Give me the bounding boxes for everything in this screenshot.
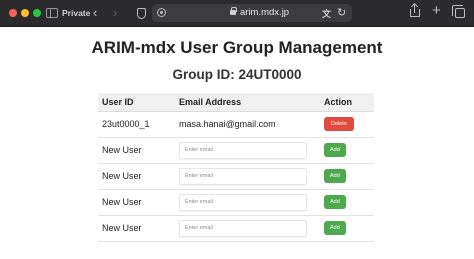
group-id-heading: Group ID: 24UT0000 bbox=[172, 67, 302, 82]
browser-toolbar: Private ‹ › arim.mdx.jp 文 ↻ + bbox=[0, 0, 474, 27]
email-input[interactable] bbox=[179, 193, 307, 211]
add-button[interactable]: Add bbox=[324, 195, 346, 209]
email-input[interactable] bbox=[179, 167, 307, 185]
shield-icon[interactable] bbox=[137, 8, 146, 19]
user-id-cell: 23ut0000_1 bbox=[98, 111, 175, 138]
page-title: ARIM-mdx User Group Management bbox=[91, 38, 383, 57]
table-header-row: User ID Email Address Action bbox=[98, 93, 374, 112]
table-row: New User Add bbox=[98, 137, 374, 164]
add-button[interactable]: Add bbox=[324, 221, 346, 235]
email-input[interactable] bbox=[179, 219, 307, 237]
action-cell: Add bbox=[320, 189, 374, 216]
email-cell bbox=[175, 163, 320, 190]
add-button[interactable]: Add bbox=[324, 143, 346, 157]
private-mode-label: Private bbox=[62, 8, 91, 18]
column-header-action: Action bbox=[320, 93, 374, 112]
user-id-cell: New User bbox=[98, 189, 175, 216]
action-cell: Delete bbox=[320, 111, 374, 138]
page-settings-icon[interactable] bbox=[157, 8, 166, 17]
action-cell: Add bbox=[320, 163, 374, 190]
address-bar[interactable]: arim.mdx.jp 文 ↻ bbox=[152, 4, 352, 22]
action-cell: Add bbox=[320, 215, 374, 242]
minimize-window-button[interactable] bbox=[21, 9, 29, 17]
share-icon[interactable] bbox=[410, 4, 420, 17]
column-header-email: Email Address bbox=[175, 93, 320, 112]
reload-icon[interactable]: ↻ bbox=[337, 6, 346, 19]
back-icon[interactable]: ‹ bbox=[93, 5, 97, 21]
translate-icon[interactable]: 文 bbox=[322, 7, 331, 20]
sidebar-icon[interactable] bbox=[46, 8, 58, 18]
table-row: New User Add bbox=[98, 215, 374, 242]
email-cell bbox=[175, 189, 320, 216]
table-row: 23ut0000_1 masa.hanai@gmail.com Delete bbox=[98, 111, 374, 138]
email-cell bbox=[175, 137, 320, 164]
url-text[interactable]: arim.mdx.jp bbox=[240, 7, 289, 18]
lock-icon bbox=[230, 7, 237, 15]
delete-button[interactable]: Delete bbox=[324, 117, 354, 131]
new-tab-icon[interactable]: + bbox=[432, 2, 441, 20]
email-input[interactable] bbox=[179, 141, 307, 159]
column-header-user-id: User ID bbox=[98, 93, 175, 112]
user-id-cell: New User bbox=[98, 215, 175, 242]
add-button[interactable]: Add bbox=[324, 169, 346, 183]
tab-overview-icon[interactable] bbox=[452, 5, 465, 18]
forward-icon[interactable]: › bbox=[113, 5, 117, 21]
email-cell: masa.hanai@gmail.com bbox=[175, 111, 320, 138]
user-id-cell: New User bbox=[98, 137, 175, 164]
table-row: New User Add bbox=[98, 189, 374, 216]
user-id-cell: New User bbox=[98, 163, 175, 190]
action-cell: Add bbox=[320, 137, 374, 164]
email-cell bbox=[175, 215, 320, 242]
maximize-window-button[interactable] bbox=[33, 9, 41, 17]
close-window-button[interactable] bbox=[9, 9, 17, 17]
table-row: New User Add bbox=[98, 163, 374, 190]
user-group-table: User ID Email Address Action 23ut0000_1 … bbox=[98, 93, 374, 242]
